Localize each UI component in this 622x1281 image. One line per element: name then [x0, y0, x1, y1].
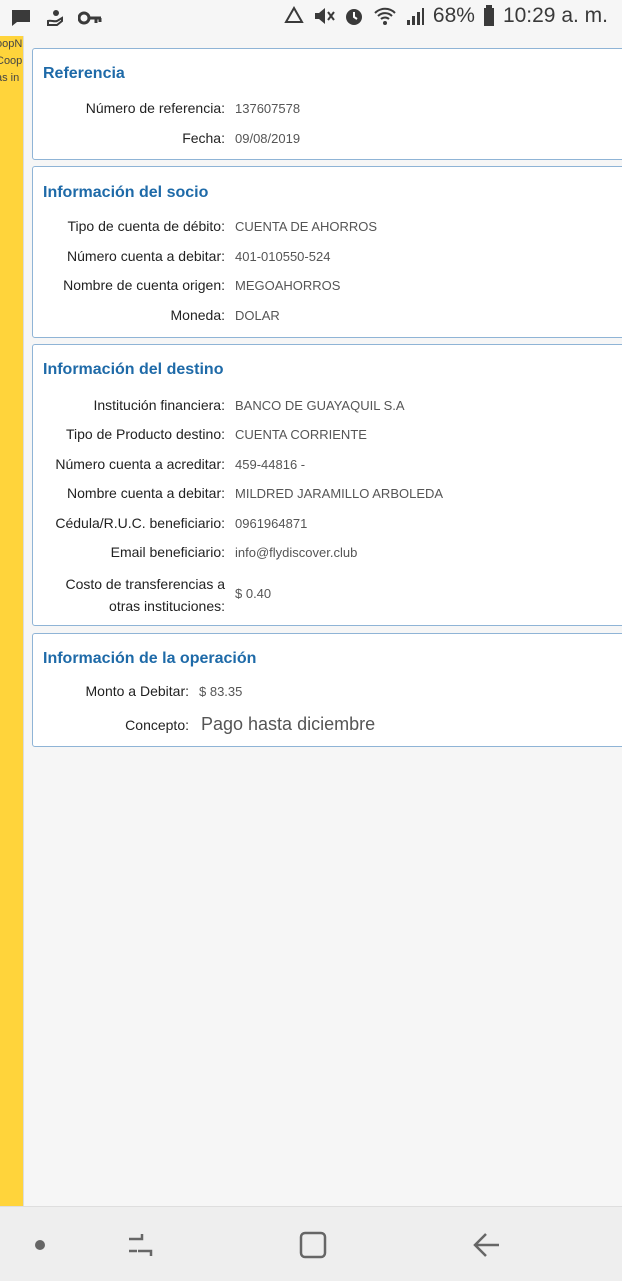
recent-apps-icon[interactable]	[126, 1231, 154, 1259]
row-label: Número de referencia:	[85, 100, 225, 116]
operacion-card: Información de la operación Monto a Debi…	[32, 633, 622, 747]
costo-label-line2: otras instituciones:	[109, 598, 225, 614]
row-label: Cédula/R.U.C. beneficiario:	[55, 515, 225, 531]
battery-percent: 68%	[432, 4, 475, 27]
operacion-title: Información de la operación	[43, 650, 257, 667]
back-icon[interactable]	[472, 1231, 502, 1259]
referencia-card: Referencia Número de referencia: 1376075…	[32, 48, 622, 160]
socio-card: Información del socio Tipo de cuenta de …	[32, 166, 622, 338]
navigation-bar	[0, 1206, 622, 1281]
receipt-content: Referencia Número de referencia: 1376075…	[24, 36, 622, 1206]
monto-value: $ 83.35	[199, 684, 243, 699]
row-value: CUENTA CORRIENTE	[235, 427, 367, 442]
row-value: DOLAR	[235, 308, 280, 323]
row-label: Fecha:	[182, 130, 225, 146]
hand-icon	[47, 10, 63, 26]
concepto-label: Concepto:	[125, 717, 189, 733]
home-icon[interactable]	[298, 1230, 328, 1260]
referencia-title: Referencia	[43, 65, 125, 82]
concepto-value: Pago hasta diciembre	[201, 714, 376, 734]
costo-row: Costo de transferencias a otras instituc…	[33, 573, 622, 617]
row-value: 09/08/2019	[235, 131, 301, 146]
row-label: Número cuenta a acreditar:	[55, 456, 225, 472]
destino-title: Información del destino	[43, 361, 224, 378]
battery-icon	[483, 5, 494, 26]
row-value: MILDRED JARAMILLO ARBOLEDA	[235, 486, 444, 501]
row-label: Tipo de Producto destino:	[65, 426, 225, 442]
row-value: 137607578	[235, 101, 301, 116]
costo-label: Costo de transferencias a otras instituc…	[65, 573, 225, 617]
row-value: 0961964871	[235, 516, 308, 531]
side-panel-line: oopN	[0, 38, 23, 50]
key-icon	[78, 11, 102, 25]
signal-icon	[406, 8, 424, 25]
costo-value: $ 0.40	[235, 586, 272, 601]
side-panel-edge[interactable]: oopN Coop as in	[0, 36, 23, 1206]
clock: 10:29 a. m.	[502, 4, 608, 27]
side-panel-line: as in	[0, 72, 20, 84]
row-value: 459-44816 -	[235, 457, 306, 472]
row-label: Moneda:	[170, 307, 225, 323]
row-label: Nombre cuenta a debitar:	[67, 485, 225, 501]
notification-icons	[10, 7, 102, 29]
row-label: Institución financiera:	[93, 397, 225, 413]
mute-icon	[314, 8, 335, 24]
row-value: CUENTA DE AHORROS	[235, 219, 378, 234]
recycle-icon	[284, 6, 304, 23]
alarm-icon	[345, 9, 362, 25]
row-value: 401-010550-524	[235, 249, 331, 264]
row-label: Nombre de cuenta origen:	[63, 277, 225, 293]
wifi-icon	[374, 7, 396, 25]
destino-card: Información del destino Institución fina…	[32, 344, 622, 626]
costo-label-line1: Costo de transferencias a	[65, 576, 225, 592]
status-bar: 68% 10:29 a. m.	[0, 0, 622, 36]
dot-icon[interactable]	[34, 1239, 46, 1251]
row-label: Número cuenta a debitar:	[67, 248, 225, 264]
message-icon	[12, 10, 30, 26]
side-panel-line: Coop	[0, 55, 23, 67]
socio-title: Información del socio	[43, 184, 209, 201]
row-label: Email beneficiario:	[110, 544, 225, 560]
row-value: info@flydiscover.club	[235, 545, 358, 560]
row-label: Tipo de cuenta de débito:	[67, 218, 226, 234]
row-value: MEGOAHORROS	[235, 278, 341, 293]
monto-label: Monto a Debitar:	[85, 683, 190, 699]
system-icons: 68% 10:29 a. m.	[283, 4, 608, 28]
row-value: BANCO DE GUAYAQUIL S.A	[235, 398, 405, 413]
